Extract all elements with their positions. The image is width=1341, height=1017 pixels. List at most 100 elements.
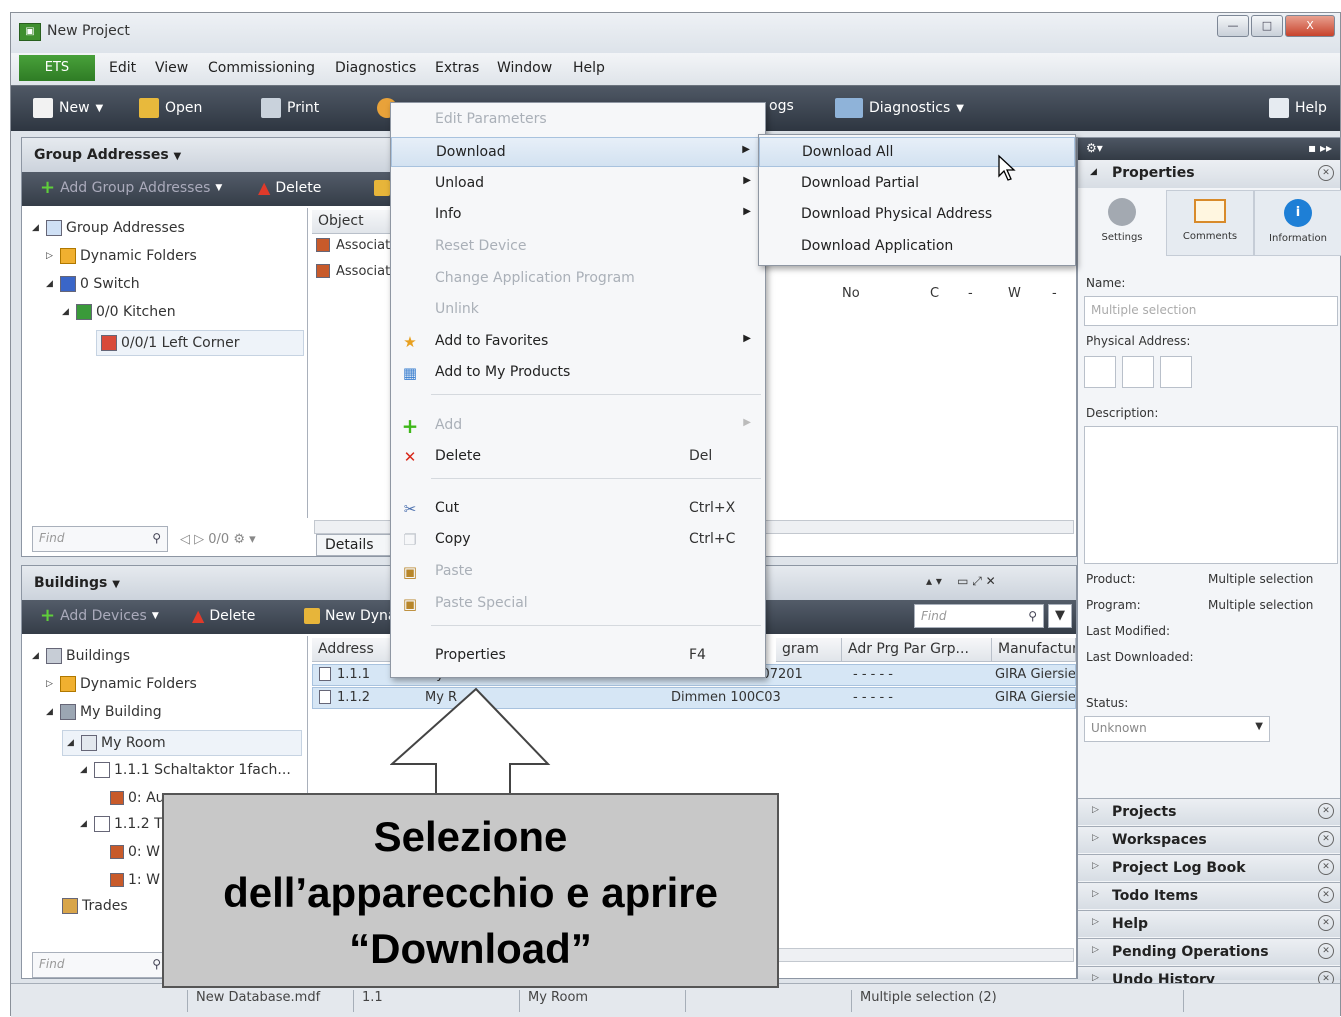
menu-edit[interactable]: Edit <box>109 60 136 76</box>
menu-item-paste[interactable]: ▣ Paste <box>391 557 765 587</box>
tree-item-dynamic-folders[interactable]: ▷ Dynamic Folders <box>46 248 197 264</box>
menu-help[interactable]: Help <box>573 60 605 76</box>
section-project-log-book[interactable]: ▷ Project Log Book ✕ <box>1078 854 1340 881</box>
panel-window-controls[interactable]: ▴ ▾ ▭ ⤢ ✕ <box>926 574 996 589</box>
description-field[interactable] <box>1084 426 1338 564</box>
column-object[interactable]: Object <box>312 210 402 234</box>
delete-group-button[interactable]: ▲ Delete <box>258 180 321 197</box>
device-icon <box>94 762 110 778</box>
status-room: My Room <box>519 990 685 1012</box>
tree-item-left-corner[interactable]: 0/0/1 Left Corner <box>96 330 304 356</box>
menu-window[interactable]: Window <box>497 60 552 76</box>
diagnostics-button[interactable]: Diagnostics ▼ <box>835 98 964 118</box>
section-todo-items[interactable]: ▷ Todo Items ✕ <box>1078 882 1340 909</box>
comment-icon <box>1194 199 1226 223</box>
menu-commissioning[interactable]: Commissioning <box>208 60 315 76</box>
tree-item-my-building[interactable]: ◢ My Building <box>46 704 162 720</box>
menu-item-properties[interactable]: Properties F4 <box>391 641 765 671</box>
tree-item-object[interactable]: 0: Au <box>110 790 165 806</box>
tab-information[interactable]: i Information <box>1254 190 1341 256</box>
tree-item-trades[interactable]: Trades <box>62 898 128 914</box>
dynamic-folder-button[interactable] <box>374 180 390 196</box>
tree-item-kitchen[interactable]: ◢ 0/0 Kitchen <box>62 304 176 320</box>
section-pending-operations[interactable]: ▷ Pending Operations ✕ <box>1078 938 1340 965</box>
tree-item-object[interactable]: 1: W <box>110 872 160 888</box>
tab-settings[interactable]: Settings <box>1078 190 1166 256</box>
add-group-addresses-button[interactable]: + Add Group Addresses ▼ <box>40 179 222 197</box>
close-button[interactable]: X <box>1285 15 1335 37</box>
open-button[interactable]: Open <box>139 98 202 118</box>
menu-item-add-to-my-products[interactable]: ▦ Add to My Products <box>391 358 765 388</box>
section-projects[interactable]: ▷ Projects ✕ <box>1078 798 1340 825</box>
minimize-button[interactable]: — <box>1217 15 1249 37</box>
close-icon: ✕ <box>1318 887 1334 903</box>
menu-item-download-partial[interactable]: Download Partial <box>759 169 1075 199</box>
properties-header[interactable]: ◢ Properties ✕ <box>1078 160 1340 188</box>
tree-item-object[interactable]: 0: W <box>110 844 160 860</box>
menu-item-paste-special[interactable]: ▣ Paste Special <box>391 589 765 619</box>
section-help[interactable]: ▷ Help ✕ <box>1078 910 1340 937</box>
row-value: No <box>842 286 860 301</box>
menu-view[interactable]: View <box>155 60 188 76</box>
menu-item-unload[interactable]: Unload ▶ <box>391 169 765 199</box>
menu-item-download[interactable]: Download ▶ <box>391 137 765 167</box>
column-program[interactable]: gram <box>776 638 842 662</box>
object-row[interactable]: Associat <box>316 238 390 253</box>
column-manufacturer[interactable]: Manufactur <box>992 638 1076 662</box>
menu-item-unlink[interactable]: Unlink <box>391 295 765 325</box>
dynamic-folder-icon <box>60 676 76 692</box>
close-icon: ✕ <box>1318 831 1334 847</box>
menu-item-delete[interactable]: ✕ Delete Del <box>391 442 765 472</box>
section-workspaces[interactable]: ▷ Workspaces ✕ <box>1078 826 1340 853</box>
name-field[interactable]: Multiple selection <box>1084 296 1338 326</box>
tree-item-device-112[interactable]: ◢ 1.1.2 T <box>80 816 163 832</box>
column-flags[interactable]: Adr Prg Par Grp... <box>842 638 992 662</box>
tree-item-dynamic-folders[interactable]: ▷ Dynamic Folders <box>46 676 197 692</box>
menu-item-cut[interactable]: ✂ Cut Ctrl+X <box>391 494 765 524</box>
details-tab[interactable]: Details <box>316 534 400 556</box>
menu-item-download-all[interactable]: Download All <box>759 137 1075 167</box>
tree-item-device-111[interactable]: ◢ 1.1.1 Schaltaktor 1fach... <box>80 762 291 778</box>
menu-item-edit-parameters[interactable]: Edit Parameters <box>391 105 765 135</box>
menu-item-info[interactable]: Info ▶ <box>391 200 765 230</box>
menu-item-add[interactable]: + Add ▶ <box>391 411 765 441</box>
row-value: C <box>930 286 940 301</box>
buildings-tree-find-input[interactable]: Find ⚲ <box>32 952 168 978</box>
tree-item-my-room[interactable]: ◢ My Room <box>62 730 302 756</box>
close-icon[interactable]: ✕ <box>1318 165 1334 181</box>
maximize-button[interactable]: □ <box>1251 15 1283 37</box>
menu-diagnostics[interactable]: Diagnostics <box>335 60 416 76</box>
copy-icon: ❐ <box>403 531 417 549</box>
scissors-icon: ✂ <box>403 500 417 518</box>
print-button[interactable]: Print <box>261 98 319 118</box>
menu-ets[interactable]: ETS <box>19 55 95 81</box>
buildings-find-input[interactable]: Find ⚲ <box>914 604 1044 628</box>
physical-address-area-field[interactable] <box>1084 356 1116 388</box>
group-nav[interactable]: ◁ ▷ 0/0 ⚙ ▾ <box>180 532 256 547</box>
new-dynamic-folder-button[interactable]: New Dyna <box>304 608 397 624</box>
tree-item-switch[interactable]: ◢ 0 Switch <box>46 276 140 292</box>
add-devices-button[interactable]: + Add Devices ▼ <box>40 607 159 625</box>
filter-icon[interactable]: ▼ <box>1048 604 1072 628</box>
status-select[interactable]: Unknown ▼ <box>1084 716 1270 742</box>
menu-item-copy[interactable]: ❐ Copy Ctrl+C <box>391 525 765 555</box>
help-button[interactable]: Help <box>1269 98 1327 118</box>
menu-item-download-physical-address[interactable]: Download Physical Address <box>759 200 1075 230</box>
menu-item-reset-device[interactable]: Reset Device <box>391 232 765 262</box>
menu-item-add-to-favorites[interactable]: ★ Add to Favorites ▶ <box>391 327 765 357</box>
delete-device-button[interactable]: ▲ Delete <box>192 608 255 625</box>
tree-item-buildings[interactable]: ◢ Buildings <box>32 648 130 664</box>
new-button[interactable]: New ▼ <box>33 98 103 118</box>
menu-extras[interactable]: Extras <box>435 60 479 76</box>
section-undo-history[interactable]: ▷ Undo History ✕ <box>1078 966 1340 988</box>
physical-address-line-field[interactable] <box>1122 356 1154 388</box>
menu-item-change-application[interactable]: Change Application Program <box>391 264 765 294</box>
side-panel-toolbar[interactable]: ⚙▾ ▪ ▸▸ <box>1078 138 1340 160</box>
tree-item-group-addresses[interactable]: ◢ Group Addresses <box>32 220 185 236</box>
menu-item-download-application[interactable]: Download Application <box>759 232 1075 262</box>
physical-address-device-field[interactable] <box>1160 356 1192 388</box>
group-find-input[interactable]: Find ⚲ <box>32 526 168 552</box>
tab-comments[interactable]: Comments <box>1166 190 1254 256</box>
logs-button[interactable]: ogs <box>769 98 794 114</box>
object-row[interactable]: Associat <box>316 264 390 279</box>
